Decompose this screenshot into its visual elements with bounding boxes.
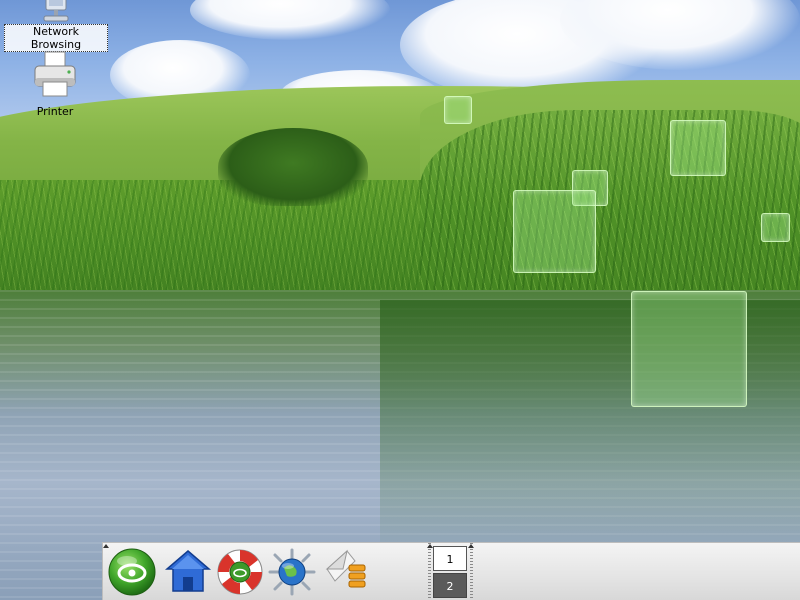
home-icon — [164, 550, 212, 592]
kontact-launcher[interactable] — [321, 547, 371, 597]
konqueror-launcher[interactable] — [267, 547, 317, 597]
desktop-icon-label: Network Browsing — [4, 24, 108, 52]
desktop-icon-label: Printer — [36, 105, 74, 118]
pager-desktop-2[interactable]: 2 — [433, 573, 467, 598]
wallpaper-sparkle — [444, 96, 472, 124]
desktop[interactable]: Network Browsing Printer 1 2 — [0, 0, 800, 600]
desktop-pager[interactable]: 1 2 — [433, 545, 469, 599]
help-launcher[interactable] — [215, 547, 265, 597]
konqueror-globe-icon — [268, 548, 316, 596]
home-folder-launcher[interactable] — [163, 547, 213, 597]
desktop-icon-printer[interactable]: Printer — [3, 50, 107, 119]
wallpaper-sparkle — [670, 120, 726, 176]
kicker-panel[interactable]: 1 2 — [102, 542, 800, 600]
wallpaper-sparkle — [631, 291, 747, 407]
kmenu-button[interactable] — [107, 547, 157, 597]
network-browsing-icon — [43, 0, 69, 22]
mail-envelope-icon — [325, 549, 366, 588]
printer-icon — [34, 51, 76, 97]
pager-right-grip[interactable] — [470, 543, 473, 599]
lifebuoy-help-icon — [217, 549, 263, 595]
opensuse-gecko-icon — [108, 548, 156, 596]
desktop-icon-network-browsing[interactable]: Network Browsing — [4, 0, 108, 52]
arrow-up-icon — [468, 544, 474, 548]
arrow-up-icon — [427, 544, 433, 548]
pager-left-grip[interactable] — [428, 543, 431, 599]
wallpaper-sparkle — [513, 190, 596, 273]
pager-desktop-1[interactable]: 1 — [433, 546, 467, 571]
wallpaper-bush — [218, 128, 368, 206]
wallpaper-sparkle — [761, 213, 790, 242]
